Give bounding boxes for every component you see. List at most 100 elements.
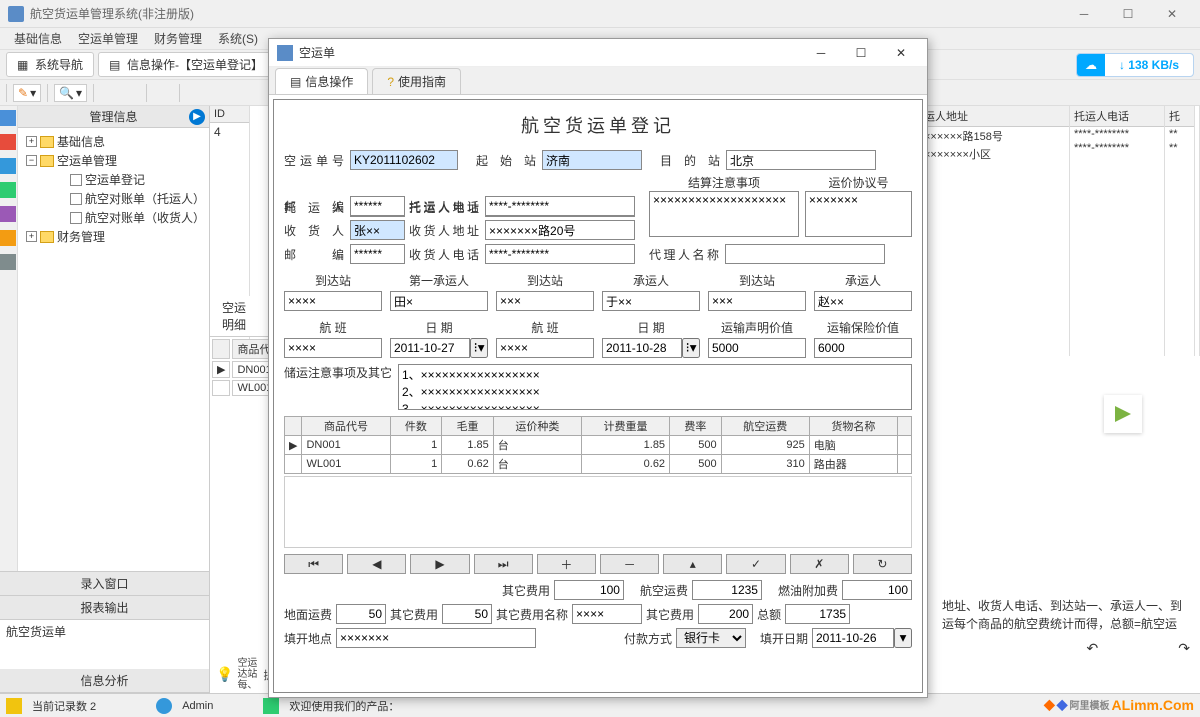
detail-tab[interactable]: 空运明细	[210, 296, 270, 336]
declared-input[interactable]	[708, 338, 806, 358]
forward-icon[interactable]: ↷	[1178, 640, 1190, 657]
agent-input[interactable]	[725, 244, 885, 264]
sidebar-icon-5[interactable]	[0, 206, 16, 222]
fill-date-input[interactable]	[812, 628, 894, 648]
pay-method-select[interactable]: 银行卡	[676, 628, 746, 648]
tab-guide[interactable]: ?使用指南	[372, 68, 461, 94]
sidebar-icon-2[interactable]	[0, 134, 16, 150]
floating-app-icon[interactable]	[1104, 395, 1142, 433]
record-count: 当前记录数 2	[32, 698, 96, 714]
tab-info[interactable]: ▤信息操作	[275, 68, 368, 94]
sidebar-icon-4[interactable]	[0, 182, 16, 198]
left-panel: 管理信息 ▶ +基础信息 −空运单管理 空运单登记 航空对账单（托运人） 航空对…	[0, 106, 210, 693]
menu-waybill[interactable]: 空运单管理	[70, 28, 146, 49]
flight2-input[interactable]	[496, 338, 594, 358]
dialog-tabs: ▤信息操作 ?使用指南	[269, 67, 927, 95]
section-input[interactable]: 录入窗口	[0, 572, 209, 596]
menu-finance[interactable]: 财务管理	[146, 28, 210, 49]
search-dropdown[interactable]: 🔍 ▾	[54, 84, 87, 102]
nav-check[interactable]: ✓	[726, 554, 785, 574]
menu-system[interactable]: 系统(S)	[210, 28, 266, 49]
report-item-airwaybill[interactable]: 航空货运单	[0, 620, 209, 643]
maximize-button[interactable]: ☐	[1108, 2, 1148, 26]
minimize-button[interactable]: ─	[1064, 2, 1104, 26]
other-fee3-input[interactable]	[698, 604, 753, 624]
flight1-input[interactable]	[284, 338, 382, 358]
sidebar-icon-3[interactable]	[0, 158, 16, 174]
insured-input[interactable]	[814, 338, 912, 358]
info-op-button[interactable]: ▤ 信息操作-【空运单登记】	[98, 52, 274, 77]
date2-input[interactable]	[602, 338, 682, 358]
refresh-icon[interactable]: ▶	[189, 109, 205, 125]
other-fee-name-input[interactable]	[572, 604, 642, 624]
dialog-icon	[277, 45, 293, 61]
nav-del[interactable]: －	[600, 554, 659, 574]
nav-play[interactable]: ▶	[410, 554, 469, 574]
shipper-phone-input[interactable]	[485, 196, 635, 216]
total-input[interactable]	[785, 604, 850, 624]
nav-prev[interactable]: ◀	[347, 554, 406, 574]
consignee-phone-input[interactable]	[485, 244, 635, 264]
nav-button[interactable]: ▦ 系统导航	[6, 52, 94, 77]
item-row[interactable]: WL00110.62台0.62500310路由器	[285, 455, 912, 474]
section-report[interactable]: 报表输出	[0, 596, 209, 620]
sidebar-icon-1[interactable]	[0, 110, 16, 126]
tree-node-shipper-bill[interactable]: 航空对账单（托运人）	[22, 189, 205, 208]
carrier3-input[interactable]	[814, 291, 912, 311]
nav-cancel[interactable]: ✗	[790, 554, 849, 574]
dialog-close[interactable]: ✕	[883, 42, 919, 64]
date2-picker[interactable]: ⁝▾	[682, 338, 700, 358]
nav-first[interactable]: ⏮	[284, 554, 343, 574]
storage-note-input[interactable]: 1、××××××××××××××××× 2、××××××××××××××××× …	[398, 364, 912, 410]
dest-input[interactable]	[726, 150, 876, 170]
origin-input[interactable]	[542, 150, 642, 170]
fill-place-input[interactable]	[336, 628, 536, 648]
nav-add[interactable]: ＋	[537, 554, 596, 574]
tree-node-basic[interactable]: +基础信息	[22, 132, 205, 151]
carrier2-input[interactable]	[602, 291, 700, 311]
cloud-icon: ☁	[1077, 54, 1105, 76]
sidebar-icon-6[interactable]	[0, 230, 16, 246]
sidebar-icon-7[interactable]	[0, 254, 16, 270]
close-button[interactable]: ✕	[1152, 2, 1192, 26]
arr3-input[interactable]	[708, 291, 806, 311]
other-fee2-input[interactable]	[442, 604, 492, 624]
waybill-no-input[interactable]	[350, 150, 458, 170]
tree-node-consignee-bill[interactable]: 航空对账单（收货人）	[22, 208, 205, 227]
rate-no-input[interactable]: ×××××××	[805, 191, 912, 237]
item-row[interactable]: ▶DN00111.85台1.85500925电脑	[285, 436, 912, 455]
left-iconbar	[0, 106, 18, 571]
arr1-input[interactable]	[284, 291, 382, 311]
consignee-input[interactable]	[350, 220, 405, 240]
fill-date-picker[interactable]: ▾	[894, 628, 912, 648]
other-fee-input[interactable]	[554, 580, 624, 600]
date1-picker[interactable]: ⁝▾	[470, 338, 488, 358]
carrier1-input[interactable]	[390, 291, 488, 311]
tree-node-waybill[interactable]: −空运单管理	[22, 151, 205, 170]
edit-dropdown[interactable]: ✎ ▾	[13, 84, 41, 102]
date1-input[interactable]	[390, 338, 470, 358]
dialog-title: 空运单	[299, 44, 803, 61]
arr2-input[interactable]	[496, 291, 594, 311]
tree-node-finance[interactable]: +财务管理	[22, 227, 205, 246]
item-scroll[interactable]	[284, 476, 912, 548]
settle-note-input[interactable]: ×××××××××××××××××××	[649, 191, 799, 237]
consignee-addr-input[interactable]	[485, 220, 635, 240]
fuel-input[interactable]	[842, 580, 912, 600]
tree-node-register[interactable]: 空运单登记	[22, 170, 205, 189]
back-icon[interactable]: ↶	[1087, 640, 1099, 657]
nav-next[interactable]: ⏭	[474, 554, 533, 574]
section-analysis[interactable]: 信息分析	[0, 669, 209, 693]
col-id-header: ID	[210, 106, 249, 123]
nav-up[interactable]: ▴	[663, 554, 722, 574]
dialog-maximize[interactable]: ☐	[843, 42, 879, 64]
menu-basic[interactable]: 基础信息	[6, 28, 70, 49]
shipper-post-input[interactable]	[350, 196, 405, 216]
ground-fee-input[interactable]	[336, 604, 386, 624]
nav-refresh[interactable]: ↻	[853, 554, 912, 574]
speed-badge: ☁ ↓ 138 KB/s	[1076, 53, 1194, 77]
dialog-minimize[interactable]: ─	[803, 42, 839, 64]
air-freight-input[interactable]	[692, 580, 762, 600]
consignee-post-input[interactable]	[350, 244, 405, 264]
bulb-icon: 💡	[216, 666, 233, 683]
